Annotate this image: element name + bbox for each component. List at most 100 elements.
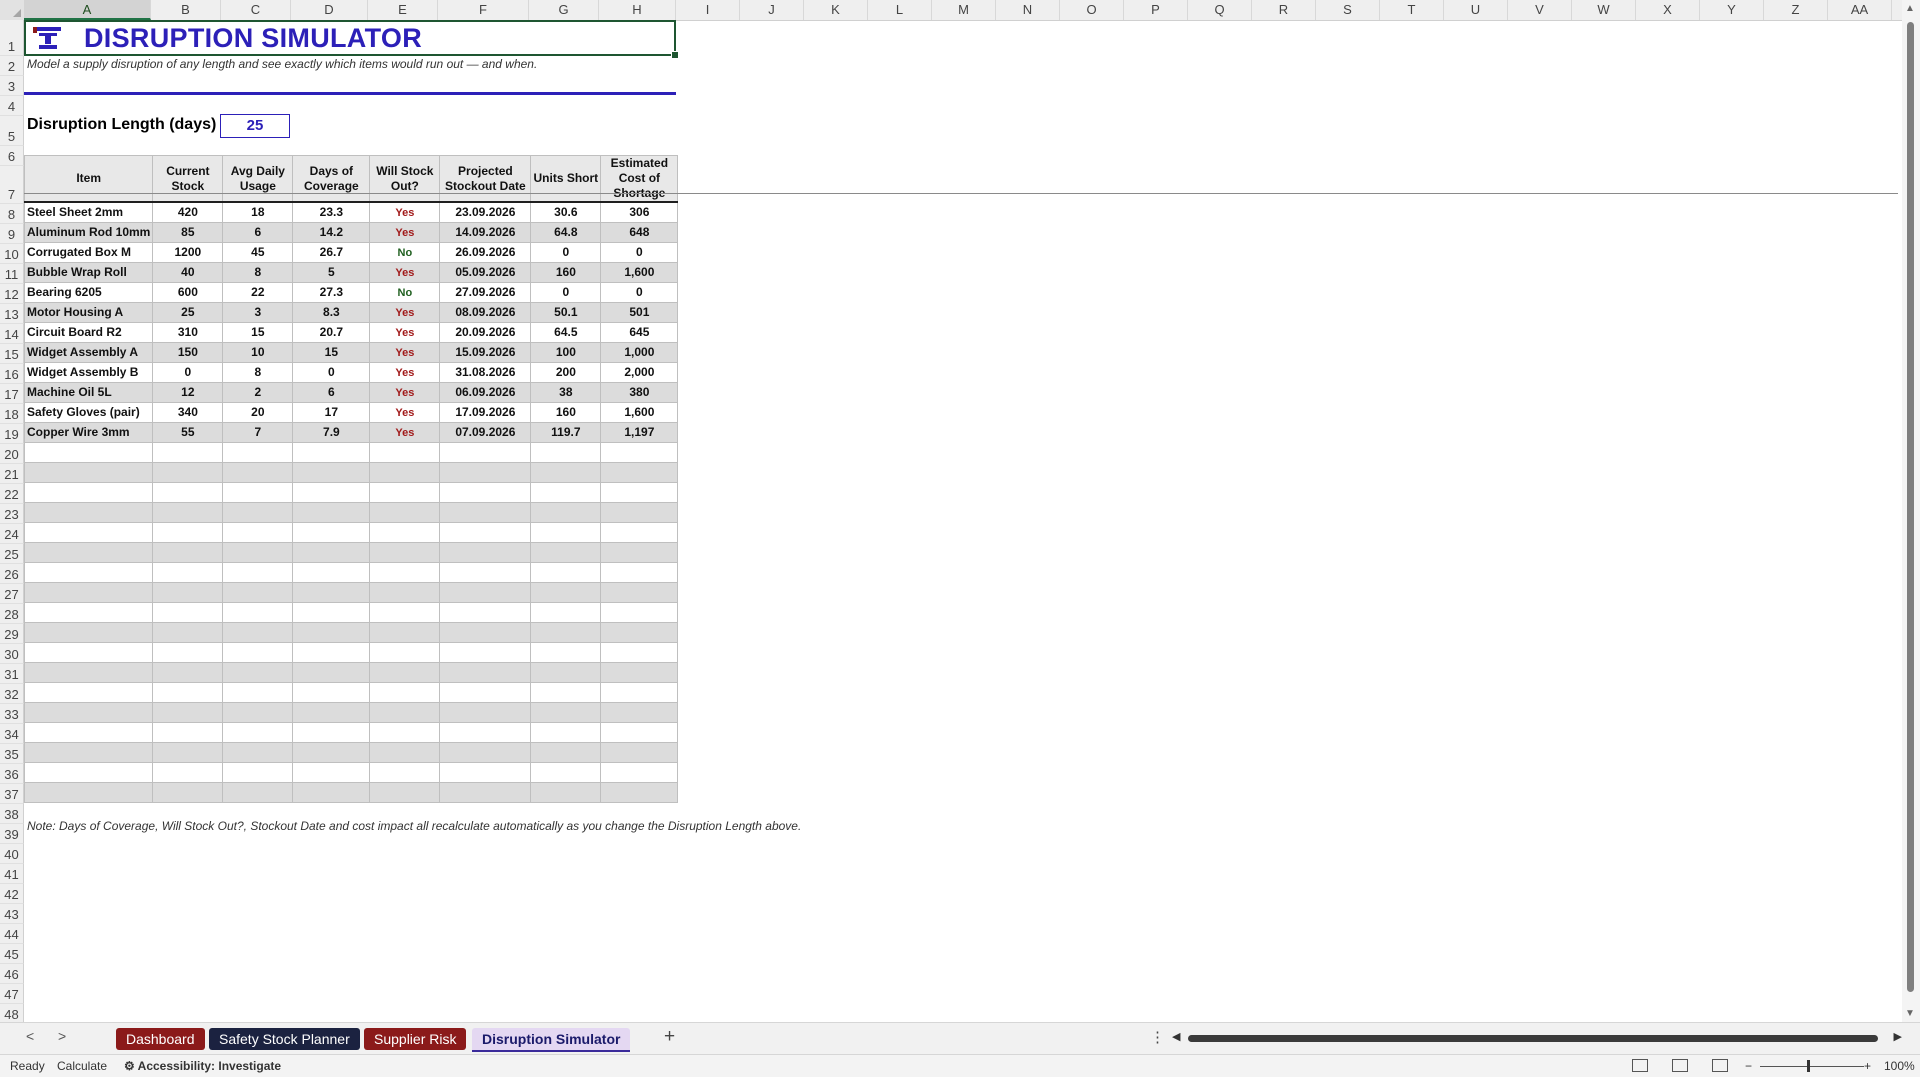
row-header[interactable]: 41 xyxy=(0,864,24,884)
table-cell[interactable] xyxy=(292,461,371,483)
table-cell[interactable] xyxy=(222,781,294,803)
vertical-scrollbar[interactable]: ▲ ▼ xyxy=(1902,0,1920,1022)
table-cell[interactable] xyxy=(292,561,371,583)
column-header[interactable]: I xyxy=(676,0,740,20)
table-cell[interactable]: 648 xyxy=(600,221,679,243)
column-header[interactable]: V xyxy=(1508,0,1572,20)
table-cell[interactable] xyxy=(600,521,679,543)
table-cell[interactable] xyxy=(292,581,371,603)
row-header[interactable]: 43 xyxy=(0,904,24,924)
table-cell[interactable] xyxy=(530,561,602,583)
row-header[interactable]: 11 xyxy=(0,264,24,284)
table-cell[interactable] xyxy=(222,581,294,603)
table-cell[interactable] xyxy=(600,581,679,603)
table-cell[interactable] xyxy=(152,641,224,663)
row-header[interactable]: 3 xyxy=(0,76,24,96)
table-cell[interactable]: 8.3 xyxy=(292,301,371,323)
column-header[interactable]: Y xyxy=(1700,0,1764,20)
table-cell[interactable]: 27.3 xyxy=(292,281,371,303)
row-header[interactable]: 17 xyxy=(0,384,24,404)
row-header[interactable]: 25 xyxy=(0,544,24,564)
table-cell[interactable] xyxy=(369,721,441,743)
table-cell[interactable] xyxy=(530,541,602,563)
row-header[interactable]: 35 xyxy=(0,744,24,764)
table-cell[interactable] xyxy=(369,781,441,803)
table-cell[interactable]: Steel Sheet 2mm xyxy=(23,201,154,223)
row-header[interactable]: 47 xyxy=(0,984,24,1004)
sheet-tab[interactable]: Safety Stock Planner xyxy=(209,1028,360,1050)
sheet-tab[interactable]: Supplier Risk xyxy=(364,1028,467,1050)
table-cell[interactable]: Copper Wire 3mm xyxy=(23,421,154,443)
table-cell[interactable] xyxy=(439,661,532,683)
table-cell[interactable]: 30.6 xyxy=(530,201,602,223)
prev-sheet-icon[interactable]: < xyxy=(26,1028,34,1044)
table-cell[interactable]: Yes xyxy=(369,341,441,363)
row-header[interactable]: 12 xyxy=(0,284,24,304)
table-cell[interactable]: 0 xyxy=(530,281,602,303)
table-cell[interactable]: 20.7 xyxy=(292,321,371,343)
table-cell[interactable] xyxy=(23,581,154,603)
table-cell[interactable] xyxy=(530,461,602,483)
table-cell[interactable] xyxy=(439,641,532,663)
more-options-icon[interactable]: ⋮ xyxy=(1150,1028,1165,1046)
table-cell[interactable]: 0 xyxy=(292,361,371,383)
column-header[interactable]: L xyxy=(868,0,932,20)
table-cell[interactable] xyxy=(222,481,294,503)
table-cell[interactable]: 306 xyxy=(600,201,679,223)
table-cell[interactable] xyxy=(439,561,532,583)
row-header[interactable]: 44 xyxy=(0,924,24,944)
table-cell[interactable] xyxy=(600,541,679,563)
column-header[interactable]: AA xyxy=(1828,0,1892,20)
table-cell[interactable] xyxy=(222,761,294,783)
table-cell[interactable] xyxy=(152,621,224,643)
table-cell[interactable] xyxy=(23,621,154,643)
accessibility-status[interactable]: ⚙ Accessibility: Investigate xyxy=(124,1059,281,1073)
table-cell[interactable]: 64.8 xyxy=(530,221,602,243)
table-cell[interactable]: 1200 xyxy=(152,241,224,263)
table-cell[interactable] xyxy=(530,581,602,603)
column-header[interactable]: N xyxy=(996,0,1060,20)
table-cell[interactable] xyxy=(222,541,294,563)
table-cell[interactable] xyxy=(152,601,224,623)
table-cell[interactable] xyxy=(600,721,679,743)
row-header[interactable]: 16 xyxy=(0,364,24,384)
table-cell[interactable]: 8 xyxy=(222,261,294,283)
table-cell[interactable] xyxy=(600,481,679,503)
column-header[interactable]: X xyxy=(1636,0,1700,20)
zoom-level[interactable]: 100% xyxy=(1884,1059,1915,1073)
table-cell[interactable] xyxy=(23,781,154,803)
table-cell[interactable]: Yes xyxy=(369,381,441,403)
table-cell[interactable]: 50.1 xyxy=(530,301,602,323)
table-cell[interactable] xyxy=(439,681,532,703)
table-cell[interactable]: Yes xyxy=(369,321,441,343)
column-header[interactable]: E xyxy=(368,0,438,20)
table-cell[interactable]: 310 xyxy=(152,321,224,343)
zoom-out-icon[interactable]: − xyxy=(1745,1059,1752,1073)
row-header[interactable]: 27 xyxy=(0,584,24,604)
table-cell[interactable] xyxy=(530,781,602,803)
row-header[interactable]: 28 xyxy=(0,604,24,624)
table-cell[interactable]: No xyxy=(369,241,441,263)
table-cell[interactable] xyxy=(23,761,154,783)
table-cell[interactable] xyxy=(530,501,602,523)
table-cell[interactable]: 45 xyxy=(222,241,294,263)
table-cell[interactable]: 0 xyxy=(152,361,224,383)
table-cell[interactable]: 17.09.2026 xyxy=(439,401,532,423)
horizontal-scroll-thumb[interactable] xyxy=(1188,1035,1878,1042)
table-cell[interactable]: Yes xyxy=(369,221,441,243)
table-cell[interactable] xyxy=(439,521,532,543)
zoom-in-icon[interactable]: + xyxy=(1864,1059,1871,1073)
table-cell[interactable] xyxy=(292,541,371,563)
table-cell[interactable] xyxy=(23,601,154,623)
table-cell[interactable]: Widget Assembly A xyxy=(23,341,154,363)
row-header[interactable]: 14 xyxy=(0,324,24,344)
table-cell[interactable] xyxy=(439,721,532,743)
table-cell[interactable] xyxy=(292,701,371,723)
table-cell[interactable] xyxy=(292,781,371,803)
table-cell[interactable]: 10 xyxy=(222,341,294,363)
table-cell[interactable] xyxy=(439,501,532,523)
sheet-tab[interactable]: Dashboard xyxy=(116,1028,205,1050)
table-cell[interactable]: 26.09.2026 xyxy=(439,241,532,263)
table-cell[interactable]: 22 xyxy=(222,281,294,303)
table-cell[interactable] xyxy=(600,741,679,763)
